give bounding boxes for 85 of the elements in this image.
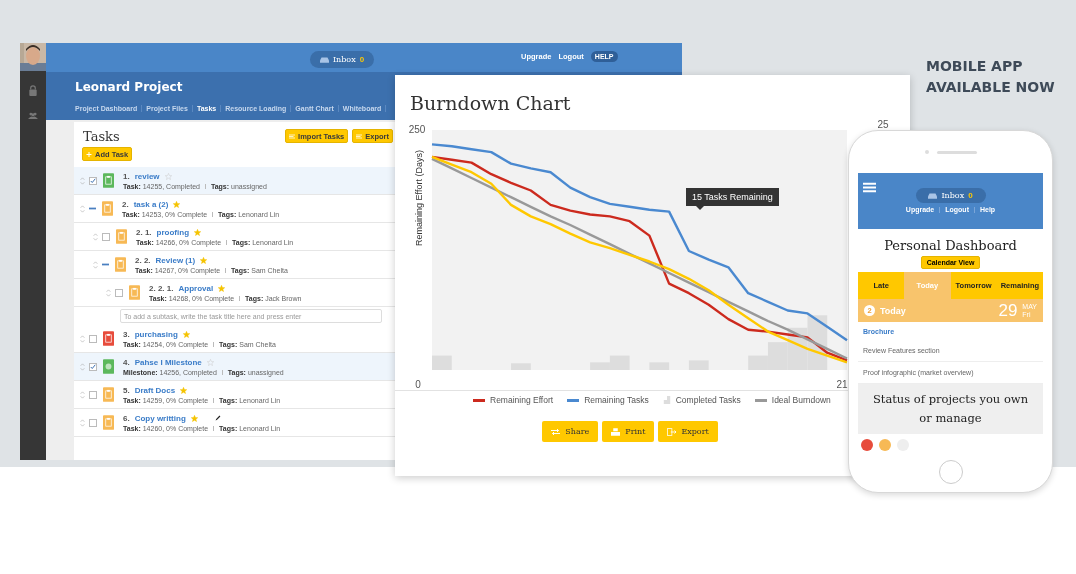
status-heading: Status of projects you own or manage (858, 384, 1043, 434)
inbox-count: 0 (968, 191, 973, 200)
star-icon[interactable] (200, 256, 208, 264)
export-button[interactable]: Export (658, 421, 718, 442)
inbox-label: Inbox (332, 55, 356, 64)
promo-text: AVAILABLE NOW (926, 78, 1055, 97)
checkbox[interactable] (89, 334, 97, 343)
promo-text: MOBILE APP (926, 57, 1024, 76)
dashboard-title: Personal Dashboard (883, 238, 1018, 253)
task-number: 2. 2. 1. (149, 283, 174, 293)
task-number: 3. (123, 329, 130, 339)
chart-bar (688, 360, 709, 370)
task-number: 4. (123, 357, 130, 367)
axis-tick: 21 (836, 379, 848, 390)
axis-tick: 0 (415, 379, 421, 390)
collapse-icon[interactable] (102, 261, 109, 268)
day-label: Today (880, 305, 906, 316)
star-icon[interactable] (164, 172, 172, 180)
menu-icon[interactable] (863, 182, 876, 193)
inbox-button[interactable]: Inbox 0 (915, 188, 986, 203)
share-button[interactable]: Share (542, 421, 599, 442)
star-icon[interactable] (173, 200, 181, 208)
task-number: 2. (122, 199, 129, 209)
print-button[interactable]: Print (602, 421, 655, 442)
sort-icon[interactable] (106, 287, 111, 298)
axis-label: Remaining Effort (Days) (414, 150, 424, 246)
task-link[interactable]: review (134, 171, 160, 181)
sort-icon[interactable] (80, 333, 85, 344)
pencil-icon[interactable] (214, 415, 221, 421)
collapse-icon[interactable] (89, 205, 96, 212)
sort-icon[interactable] (80, 175, 85, 186)
checkbox[interactable] (89, 390, 97, 399)
export-icon (356, 133, 363, 139)
sort-icon[interactable] (80, 361, 85, 372)
users-icon[interactable] (28, 110, 38, 121)
task-link[interactable]: Approval (178, 283, 214, 293)
axis-tick: 250 (408, 124, 426, 135)
legend-item[interactable]: Ideal Burndown (754, 395, 831, 405)
chart-title: Burndown Chart (409, 91, 572, 116)
axis-tick: 25 (877, 120, 889, 130)
task-link[interactable]: proofing (156, 227, 189, 237)
inbox-button[interactable]: Inbox 0 (310, 51, 374, 68)
swap-arrows-icon (551, 427, 561, 436)
legend-item[interactable]: Completed Tasks (662, 395, 741, 405)
sort-icon[interactable] (93, 231, 98, 242)
inbox-count: 0 (359, 55, 365, 64)
task-link[interactable]: task a (2) (133, 199, 169, 209)
checkbox[interactable] (89, 418, 97, 427)
printer-icon (611, 427, 621, 436)
task-number: 5. (123, 385, 130, 395)
checkbox[interactable] (89, 176, 97, 185)
chart-bar (511, 363, 531, 370)
star-icon[interactable] (194, 228, 201, 236)
export-icon (667, 427, 677, 436)
checkbox[interactable] (89, 362, 97, 371)
inbox-label: Inbox (941, 191, 965, 200)
inbox-icon (319, 56, 329, 63)
sort-icon[interactable] (80, 389, 85, 400)
task-link[interactable]: Copy writting (134, 413, 186, 423)
sort-icon[interactable] (80, 417, 85, 428)
tasks-heading: Tasks (83, 129, 121, 144)
task-link[interactable]: Review (1) (155, 255, 196, 265)
task-number: 1. (123, 171, 130, 181)
star-icon[interactable] (206, 358, 214, 366)
task-number: 2. 2. (135, 255, 151, 265)
plus-icon (86, 151, 92, 157)
task-link[interactable]: purchasing (134, 329, 178, 339)
date-number: 29 (998, 300, 1018, 321)
star-icon[interactable] (218, 284, 226, 292)
star-icon[interactable] (190, 414, 198, 422)
lock-icon[interactable] (28, 85, 38, 96)
task-number: 6. (123, 413, 130, 423)
star-icon[interactable] (180, 386, 188, 394)
task-link[interactable]: Draft Docs (134, 385, 176, 395)
task-number: 2. 1. (136, 227, 152, 237)
checkbox[interactable] (115, 288, 123, 297)
task-link[interactable]: Pahse I Milestone (134, 357, 202, 367)
legend-item[interactable]: Remaining Tasks (567, 395, 649, 405)
inbox-icon (928, 192, 938, 199)
checkbox[interactable] (102, 232, 110, 241)
legend-item[interactable]: Remaining Effort (473, 395, 554, 405)
chart-bar (649, 362, 670, 370)
project-title: Leonard Project (75, 79, 184, 96)
import-icon (289, 133, 296, 139)
star-icon[interactable] (182, 330, 190, 338)
